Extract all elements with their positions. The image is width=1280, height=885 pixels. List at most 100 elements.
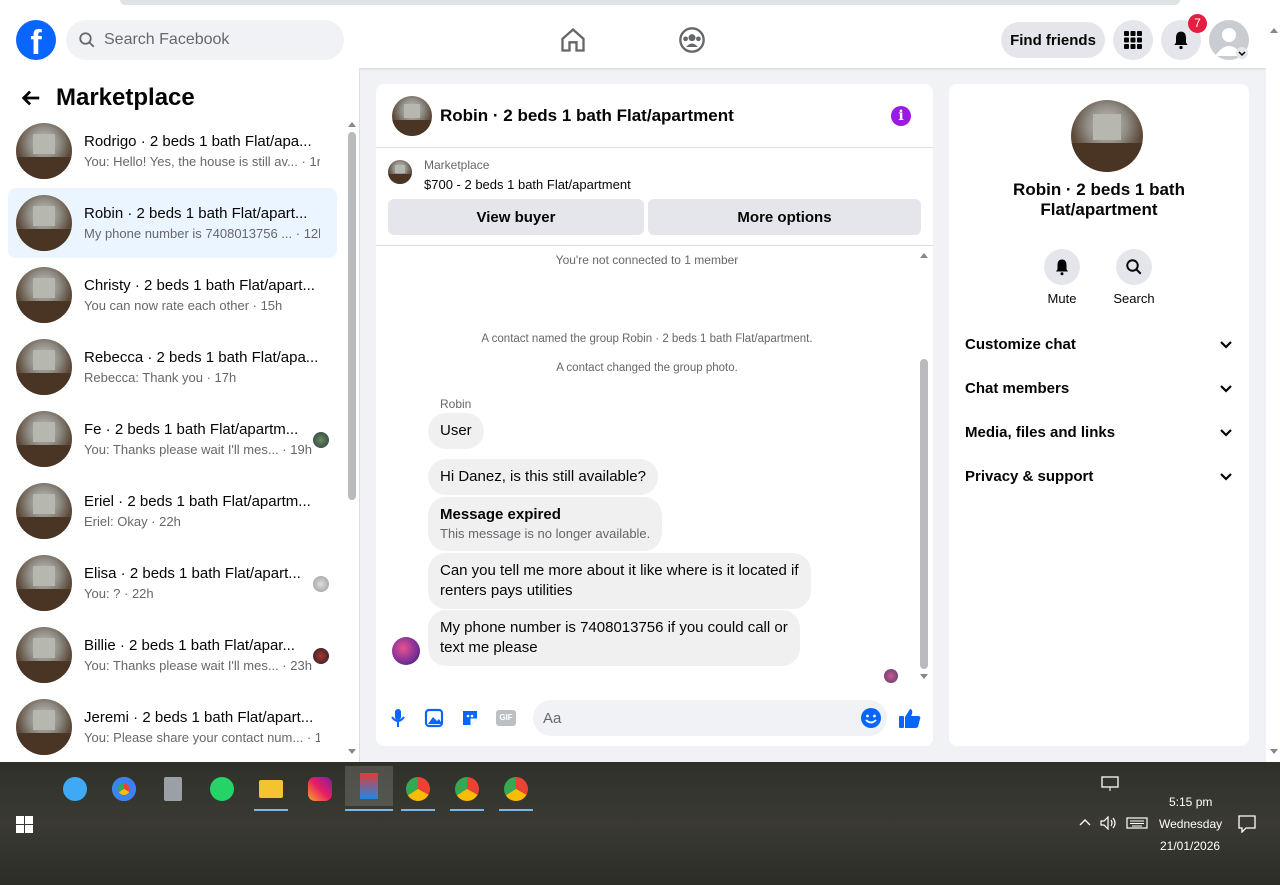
conversation-list-scrollbar[interactable] [346,118,358,760]
gif-icon[interactable]: GIF [493,705,519,731]
media-files-links-section[interactable]: Media, files and links [965,424,1233,441]
groups-icon[interactable] [678,26,706,54]
conversation-title: Rebecca · 2 beds 1 bath Flat/apa... [84,349,319,366]
expired-subtitle: This message is no longer available. [440,526,651,541]
chevron-up-icon[interactable] [1079,818,1091,826]
app-icon[interactable] [499,772,533,811]
chat-details-title: Robin · 2 beds 1 bath Flat/apartment [949,180,1249,220]
back-arrow-icon[interactable] [20,87,42,109]
active-app-icon [360,773,378,799]
chat-avatar[interactable] [392,95,432,136]
conversation-item-active[interactable]: Robin · 2 beds 1 bath Flat/apart... My ph… [8,188,337,258]
microphone-icon[interactable] [385,705,411,731]
scroll-down-icon[interactable] [919,673,929,681]
account-button[interactable] [1209,20,1249,60]
chat-title[interactable]: Robin · 2 beds 1 bath Flat/apartment [440,106,734,126]
scroll-up-icon[interactable] [347,120,357,128]
conversation-preview: Eriel: Okay · 22h [84,514,181,529]
conversation-title: Elisa · 2 beds 1 bath Flat/apart... [84,565,301,582]
app-icon[interactable] [58,772,92,806]
scroll-down-icon[interactable] [347,748,357,756]
photo-icon[interactable] [421,705,447,731]
info-icon[interactable]: i [891,106,911,126]
app-icon[interactable] [254,772,288,811]
scroll-up-icon[interactable] [1269,26,1279,34]
heart-app-icon [63,777,87,801]
listing-thumbnail [16,195,72,251]
read-receipt-avatar [884,669,898,683]
conversation-item[interactable]: Christy · 2 beds 1 bath Flat/apart... You… [8,260,337,330]
section-label: Customize chat [965,336,1076,353]
conversation-preview: You: Hello! Yes, the house is still av..… [84,154,320,169]
browser-icon [112,777,136,801]
clock-day[interactable]: Wednesday [1159,817,1222,831]
clock-date[interactable]: 21/01/2026 [1160,839,1220,853]
app-icon[interactable] [107,772,141,806]
mute-button[interactable]: Mute [1032,249,1092,306]
scroll-down-icon[interactable] [1269,748,1279,756]
conversation-title: Jeremi · 2 beds 1 bath Flat/apart... [84,709,314,726]
conversation-title: Billie · 2 beds 1 bath Flat/apar... [84,637,295,654]
message-bubble[interactable]: Hi Danez, is this still available? [428,459,658,495]
chevron-down-icon [1220,384,1232,393]
menu-button[interactable] [1113,20,1153,60]
conversation-preview: You can now rate each other · 15h [84,298,283,313]
conversation-item[interactable]: Rebecca · 2 beds 1 bath Flat/apa... Rebec… [8,332,337,402]
find-friends-button[interactable]: Find friends [1001,22,1105,58]
conversation-preview: You: Please share your contact num... · … [84,730,320,745]
volume-icon[interactable] [1100,816,1118,830]
customize-chat-section[interactable]: Customize chat [965,336,1233,353]
listing-title[interactable]: $700 - 2 beds 1 bath Flat/apartment [424,177,631,192]
notifications-button[interactable]: 7 [1161,14,1207,60]
conversation-title: Eriel · 2 beds 1 bath Flat/apartm... [84,493,311,510]
conversation-preview: You: Thanks please wait I'll mes... · 23… [84,658,312,673]
home-icon[interactable] [559,26,587,54]
view-buyer-button[interactable]: View buyer [388,199,644,235]
display-icon[interactable] [1101,776,1119,792]
app-icon[interactable] [450,772,484,811]
conversation-item[interactable]: Eriel · 2 beds 1 bath Flat/apartm... Erie… [8,476,337,546]
conversation-item[interactable]: Rodrigo · 2 beds 1 bath Flat/apa... You: … [8,116,337,186]
message-bubble[interactable]: Can you tell me more about it like where… [428,553,811,609]
app-icon[interactable] [303,772,337,806]
message-placeholder: Aa [543,709,562,727]
chat-members-section[interactable]: Chat members [965,380,1233,397]
title-line: Flat/apartment [1040,200,1158,219]
page-scrollbar[interactable] [1266,10,1280,762]
message-text: User [440,422,472,439]
conversation-item[interactable]: Elisa · 2 beds 1 bath Flat/apart... You: … [8,548,337,618]
message-bubble[interactable]: User [428,413,484,449]
conversation-item[interactable]: Billie · 2 beds 1 bath Flat/apar... You: … [8,620,337,690]
conversation-item[interactable]: Fe · 2 beds 1 bath Flat/apartm... You: Th… [8,404,337,474]
notification-center-icon[interactable] [1238,815,1256,833]
bell-icon [1174,31,1188,50]
search-facebook-input[interactable]: Search Facebook [66,20,344,60]
scroll-up-icon[interactable] [919,251,929,259]
app-icon[interactable] [401,772,435,811]
more-options-button[interactable]: More options [648,199,921,235]
app-icon[interactable] [345,766,393,811]
app-icon[interactable] [156,772,190,806]
bell-icon [1056,259,1068,276]
message-text: Can you tell me more about it like where… [440,562,799,579]
sticker-icon[interactable] [457,705,483,731]
conversation-item[interactable]: Jeremi · 2 beds 1 bath Flat/apart... You:… [8,692,337,762]
chat-scrollbar[interactable] [918,249,930,681]
like-icon[interactable] [897,705,923,731]
message-bubble[interactable]: My phone number is 7408013756 if you cou… [428,610,800,666]
privacy-support-section[interactable]: Privacy & support [965,468,1233,485]
message-input[interactable]: Aa [533,700,887,736]
search-conversation-button[interactable]: Search [1104,249,1164,306]
sender-avatar[interactable] [392,637,420,665]
facebook-logo[interactable]: f [16,20,56,60]
windows-start-icon[interactable] [16,816,33,833]
conversation-preview: Rebecca: Thank you · 17h [84,370,237,385]
app-icon[interactable] [205,772,239,806]
emoji-icon[interactable] [858,705,884,731]
conversation-title: Christy · 2 beds 1 bath Flat/apart... [84,277,315,294]
expired-message-bubble[interactable]: Message expired This message is no longe… [428,497,663,551]
clock-time[interactable]: 5:15 pm [1169,795,1212,809]
conversation-preview: You: Thanks please wait I'll mes... · 19… [84,442,312,457]
chrome-profile-icon [504,777,528,801]
keyboard-icon[interactable] [1126,817,1148,829]
